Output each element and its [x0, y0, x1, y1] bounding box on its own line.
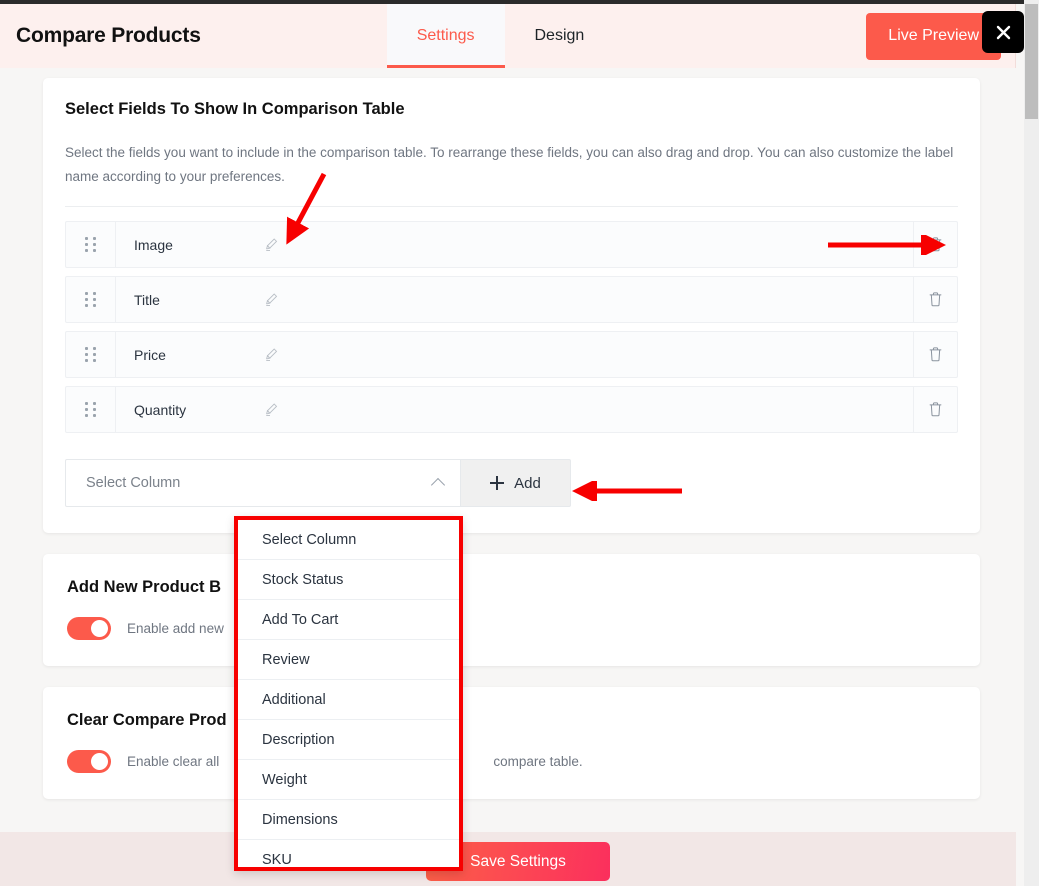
page-scrollbar-track[interactable]: [1024, 0, 1039, 886]
edit-field-quantity-button[interactable]: [246, 387, 296, 432]
clear-compare-toggle[interactable]: [67, 750, 111, 773]
add-new-product-title: Add New Product B: [67, 578, 954, 597]
tab-settings-label: Settings: [417, 27, 475, 45]
table-row[interactable]: Price: [65, 331, 958, 378]
dropdown-option-description[interactable]: Description: [238, 720, 459, 760]
inner-scrollbar-track[interactable]: [1016, 68, 1024, 832]
select-fields-description: Select the fields you want to include in…: [65, 141, 958, 188]
toggle-knob: [91, 620, 108, 637]
tab-design-label: Design: [535, 27, 585, 45]
dropdown-option-weight[interactable]: Weight: [238, 760, 459, 800]
delete-field-image-button[interactable]: [913, 222, 957, 267]
page-title: Compare Products: [0, 4, 201, 68]
table-row[interactable]: Title: [65, 276, 958, 323]
close-button[interactable]: [982, 11, 1024, 53]
table-row[interactable]: Image: [65, 221, 958, 268]
dropdown-option-add-to-cart[interactable]: Add To Cart: [238, 600, 459, 640]
edit-field-price-button[interactable]: [246, 332, 296, 377]
trash-icon: [928, 291, 943, 308]
drag-handle-icon: [85, 292, 96, 307]
add-new-product-card: Add New Product B Enable add new: [43, 554, 980, 666]
add-column-label: Add: [514, 475, 541, 492]
toggle-knob: [91, 753, 108, 770]
drag-handle-image[interactable]: [66, 222, 116, 267]
drag-handle-icon: [85, 402, 96, 417]
delete-field-quantity-button[interactable]: [913, 387, 957, 432]
drag-handle-icon: [85, 347, 96, 362]
select-fields-title: Select Fields To Show In Comparison Tabl…: [65, 100, 958, 119]
row-spacer: [296, 277, 913, 322]
settings-scroll-area[interactable]: Select Fields To Show In Comparison Tabl…: [0, 68, 1016, 832]
clear-compare-toggle-label: Enable clear all: [127, 754, 219, 769]
live-preview-button[interactable]: Live Preview: [866, 13, 1001, 60]
field-label-title: Title: [116, 277, 246, 322]
dropdown-option-additional[interactable]: Additional: [238, 680, 459, 720]
divider: [65, 206, 958, 207]
select-column-dropdown-menu[interactable]: Select Column Stock Status Add To Cart R…: [234, 516, 463, 871]
clear-compare-toggle-row: Enable clear all compare table.: [67, 750, 954, 773]
drag-handle-quantity[interactable]: [66, 387, 116, 432]
pencil-icon: [264, 402, 279, 417]
select-column-dropdown[interactable]: Select Column: [65, 459, 461, 507]
dropdown-option-select-column[interactable]: Select Column: [238, 520, 459, 560]
clear-compare-title: Clear Compare Prod: [67, 711, 954, 730]
add-new-product-toggle[interactable]: [67, 617, 111, 640]
field-label-image: Image: [116, 222, 246, 267]
table-row[interactable]: Quantity: [65, 386, 958, 433]
dropdown-options-list[interactable]: Select Column Stock Status Add To Cart R…: [238, 520, 459, 867]
trash-icon: [928, 236, 943, 253]
add-column-row: Select Column Add: [65, 459, 571, 507]
drag-handle-icon: [85, 237, 96, 252]
dropdown-option-sku[interactable]: SKU: [238, 840, 459, 867]
row-spacer: [296, 387, 913, 432]
trash-icon: [928, 401, 943, 418]
delete-field-title-button[interactable]: [913, 277, 957, 322]
field-label-quantity: Quantity: [116, 387, 246, 432]
tab-settings[interactable]: Settings: [387, 4, 505, 68]
dropdown-option-dimensions[interactable]: Dimensions: [238, 800, 459, 840]
pencil-icon: [264, 237, 279, 252]
drag-handle-price[interactable]: [66, 332, 116, 377]
clear-compare-card: Clear Compare Prod Enable clear all comp…: [43, 687, 980, 799]
chevron-up-icon: [432, 476, 446, 490]
delete-field-price-button[interactable]: [913, 332, 957, 377]
add-column-button[interactable]: Add: [461, 459, 571, 507]
pencil-icon: [264, 347, 279, 362]
tab-design[interactable]: Design: [505, 4, 615, 68]
edit-field-image-button[interactable]: [246, 222, 296, 267]
row-spacer: [296, 222, 913, 267]
clear-compare-toggle-label-tail: compare table.: [493, 754, 582, 769]
trash-icon: [928, 346, 943, 363]
plus-icon: [490, 476, 504, 490]
tab-bar: Settings Design: [387, 4, 615, 68]
field-label-price: Price: [116, 332, 246, 377]
app-header: Compare Products Settings Design Live Pr…: [0, 4, 1016, 68]
drag-handle-title[interactable]: [66, 277, 116, 322]
pencil-icon: [264, 292, 279, 307]
select-column-value: Select Column: [86, 475, 432, 491]
add-new-product-toggle-row: Enable add new: [67, 617, 954, 640]
page-scrollbar-thumb[interactable]: [1025, 4, 1038, 119]
select-fields-card: Select Fields To Show In Comparison Tabl…: [43, 78, 980, 533]
row-spacer: [296, 332, 913, 377]
close-icon: [995, 24, 1012, 41]
dropdown-option-review[interactable]: Review: [238, 640, 459, 680]
edit-field-title-button[interactable]: [246, 277, 296, 322]
dropdown-option-stock-status[interactable]: Stock Status: [238, 560, 459, 600]
add-new-product-toggle-label: Enable add new: [127, 621, 224, 636]
